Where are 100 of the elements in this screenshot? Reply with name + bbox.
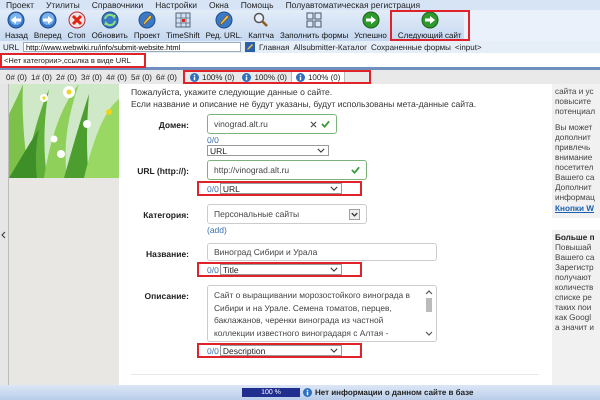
counter-text: 0/0 xyxy=(207,135,219,145)
progress-tab[interactable]: 100% (0) xyxy=(290,70,346,84)
instruction-text: Если название и описание не будут указаны, будут использованы мета-данные сайта. xyxy=(131,98,478,110)
instruction-text: Пожалуйста, укажите следующие данные о сайте. xyxy=(131,86,334,98)
panel-text: Вашего са xyxy=(555,253,596,263)
description-line: Сибири и на Урале. Семена томатов, перцев, xyxy=(214,302,393,314)
description-textarea[interactable]: Сайт о выращивании морозостойкого винограда в Сибири и на Урале. Семена томатов, перцев, баклажанов, черенки винограда из частной коллекции известного виноградаря с Алтая - xyxy=(207,285,437,342)
panel-text: Вашего са xyxy=(555,173,596,183)
bookmark-link[interactable]: <input> xyxy=(454,42,482,52)
info-icon xyxy=(242,72,252,82)
progress-tab[interactable]: 100% (0) xyxy=(238,71,291,83)
add-link[interactable]: (add) xyxy=(207,225,367,235)
checkmark-icon xyxy=(321,120,330,128)
panel-text: списке ре xyxy=(555,293,593,303)
pen-icon[interactable] xyxy=(245,42,256,52)
dropdown-icon[interactable] xyxy=(349,208,360,220)
field-label: Название: xyxy=(145,248,189,261)
panel-text: привлечь xyxy=(555,143,592,153)
clear-icon[interactable] xyxy=(310,120,317,128)
menu-item[interactable]: Окна xyxy=(208,0,229,10)
panel-text: получают xyxy=(555,273,592,283)
panel-text: как Googl xyxy=(555,313,592,323)
status-text: Нет информации о данном сайте в базе xyxy=(315,388,474,397)
text-field[interactable]: http://vinograd.alt.ru xyxy=(207,160,367,180)
counter-text: 0/0 xyxy=(207,346,219,356)
grid-icon xyxy=(174,11,192,29)
panel-text: Зарегистр xyxy=(555,263,595,273)
description-line: Сайт о выращивании морозостойкого винограда в xyxy=(214,289,411,302)
toolbar-button[interactable]: Назад xyxy=(2,10,31,41)
toolbar-button[interactable]: Каптча xyxy=(245,10,278,41)
menu-item[interactable]: Настройки xyxy=(155,0,197,10)
panel-title: Больше п xyxy=(555,233,596,243)
panel-text: а значит и xyxy=(555,323,595,333)
refresh-icon xyxy=(100,11,119,29)
panel-text: внимание xyxy=(555,153,594,163)
field-label: Описание: xyxy=(144,290,189,303)
panel-text: Повышай xyxy=(555,243,592,253)
toolbar-button[interactable]: TimeShift xyxy=(163,10,203,41)
field-label: URL (http://): xyxy=(136,165,189,178)
text-field[interactable]: Виноград Сибири и Урала xyxy=(207,243,437,261)
url-label: URL xyxy=(3,42,20,52)
bookmark-link[interactable]: Главная xyxy=(259,42,290,52)
site-tab[interactable]: 2# (0) xyxy=(56,72,81,82)
panel-text: информац xyxy=(555,193,596,203)
site-tab[interactable]: 6# (0) xyxy=(156,72,181,82)
menu-item[interactable]: Утилиты xyxy=(46,0,80,10)
progress-tab[interactable]: 100% (0) xyxy=(186,71,238,83)
checkmark-icon xyxy=(351,166,360,174)
menu-item[interactable]: Справочники xyxy=(92,0,144,10)
description-line: коллекции известного виноградаря с Алтая - xyxy=(214,326,390,339)
text-field[interactable]: vinograd.alt.ru xyxy=(207,114,337,134)
toolbar-button[interactable]: Заполнить формы xyxy=(277,10,352,41)
panel-text: повысите xyxy=(555,97,592,107)
mapping-select[interactable]: URL xyxy=(207,145,329,156)
panel-text: количеств xyxy=(555,283,594,293)
mapping-select[interactable]: Description xyxy=(220,345,342,356)
field-label: Домен: xyxy=(158,119,189,132)
dropdown-icon xyxy=(330,186,338,191)
info-icon xyxy=(296,73,305,82)
panel-text: таких пои xyxy=(555,303,592,313)
mapping-select[interactable]: URL xyxy=(220,183,342,194)
dropdown-icon xyxy=(330,267,338,272)
bookmark-link[interactable]: Allsubmitter-Каталог xyxy=(293,42,368,52)
toolbar-button[interactable]: Проект xyxy=(130,10,164,41)
site-tab[interactable]: 1# (0) xyxy=(31,72,56,82)
panel-text: Вы может xyxy=(555,123,594,133)
site-tab[interactable]: 4# (0) xyxy=(106,72,131,82)
pen-icon xyxy=(138,11,156,29)
counter-text: 0/0 xyxy=(207,264,219,274)
toolbar-button[interactable]: Обновить xyxy=(88,10,131,41)
toolbar-button[interactable]: Успешно xyxy=(351,10,390,41)
stop-icon xyxy=(68,11,86,29)
dropdown-icon xyxy=(330,348,338,353)
pen-icon xyxy=(214,11,233,29)
toolbar-button[interactable]: Стоп xyxy=(64,10,89,41)
magnifier-icon xyxy=(252,11,270,29)
menu-item[interactable]: Полуавтоматическая регистрация xyxy=(286,0,420,10)
dropdown-icon xyxy=(317,148,325,153)
description-line: баклажанов, черенки винограда из частной xyxy=(214,314,384,326)
site-tab[interactable]: 5# (0) xyxy=(131,72,156,82)
panel-text: Дополнит xyxy=(555,183,593,193)
panel-text: потенциал xyxy=(555,107,596,117)
panel-text: посетител xyxy=(555,163,594,173)
panel-text: дополнит xyxy=(555,133,592,143)
field-label: Категория: xyxy=(142,209,189,222)
panel-text: сайта и ус xyxy=(555,87,595,97)
info-icon xyxy=(303,388,312,397)
category-select[interactable]: Персональные сайты xyxy=(207,204,367,224)
site-tab[interactable]: 3# (0) xyxy=(81,72,106,82)
menu-item[interactable]: Проект xyxy=(6,0,34,10)
site-tab[interactable]: 0# (0) xyxy=(6,72,31,82)
panel-link[interactable]: Кнопки W xyxy=(555,204,600,214)
mapping-select[interactable]: Title xyxy=(220,264,342,275)
menu-item[interactable]: Помощь xyxy=(240,0,274,10)
bookmark-link[interactable]: Сохраненные формы xyxy=(371,42,451,52)
toolbar-button[interactable]: Ред. URL. xyxy=(202,10,246,41)
toolbar-button[interactable]: Следующий сайт xyxy=(390,10,470,41)
forms-icon xyxy=(305,11,324,29)
toolbar-button[interactable]: Вперед xyxy=(30,10,64,41)
info-icon xyxy=(190,72,199,82)
